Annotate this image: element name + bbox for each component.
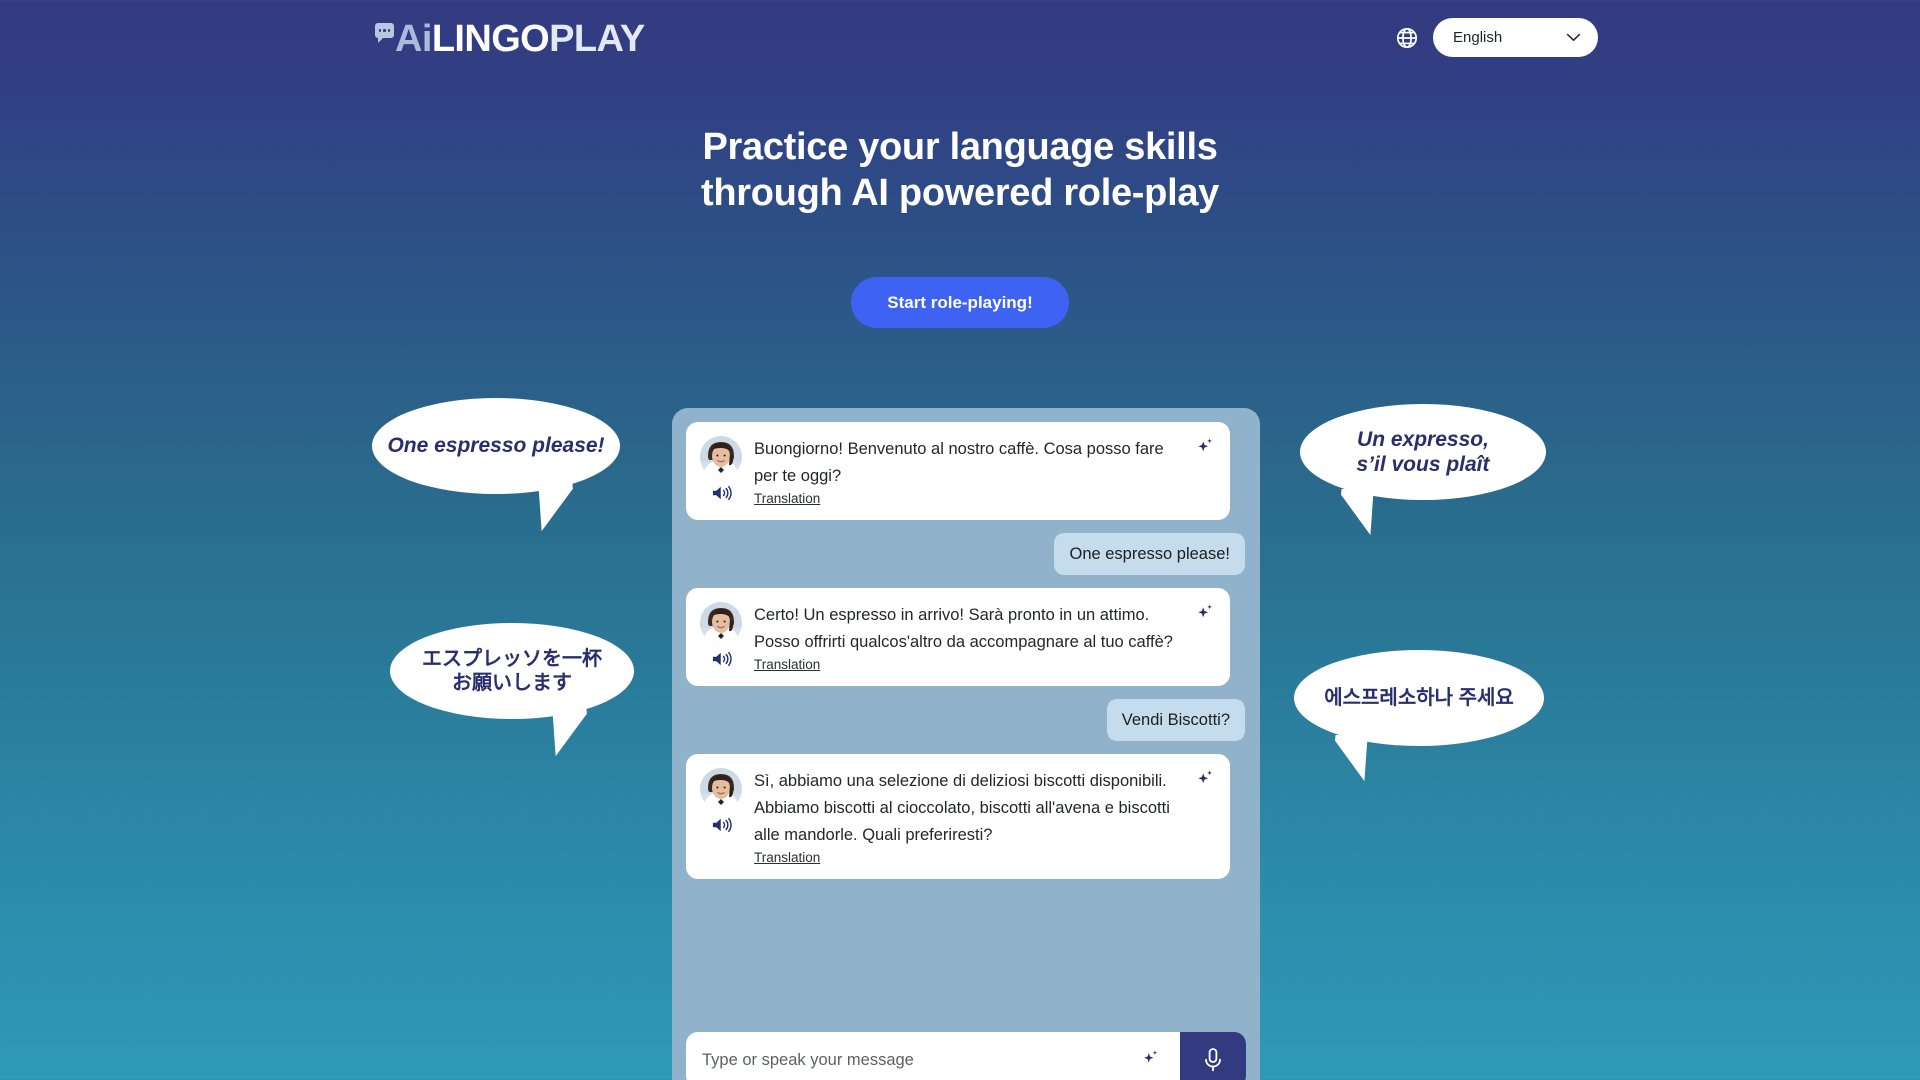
language-select-value: English [1453,29,1503,46]
brand-logo[interactable]: AiLINGOPLAY [375,16,645,62]
hero-line-2: through AI powered role-play [701,172,1219,214]
translation-link[interactable]: Translation [754,491,820,506]
microphone-button[interactable] [1180,1032,1246,1080]
chevron-down-icon [1566,33,1581,42]
assistant-message-text: Buongiorno! Benvenuto al nostro caffè. C… [754,440,1164,485]
chat-panel: Buongiorno! Benvenuto al nostro caffè. C… [672,408,1260,1080]
avatar [700,768,742,810]
sparkle-icon[interactable] [1195,768,1215,788]
speaker-icon[interactable] [711,816,732,834]
sparkle-icon[interactable] [1141,1048,1164,1072]
logo-text-play: PLAY [549,18,645,60]
chat-message-user-row: One espresso please! [686,520,1246,588]
language-select[interactable]: English [1433,18,1598,57]
chat-message-user-row: Vendi Biscotti? [686,686,1246,754]
microphone-icon [1202,1047,1224,1073]
assistant-message-text: Sì, abbiamo una selezione di deliziosi b… [754,772,1170,844]
speech-bubble-icon [375,23,394,43]
chat-message-user: One espresso please! [1054,533,1245,575]
translation-link[interactable]: Translation [754,850,820,865]
callout-text-english: One espresso please! [387,434,605,458]
callout-text-korean: 에스프레소하나 주세요 [1324,687,1514,709]
sparkle-icon[interactable] [1195,602,1215,622]
chat-message-assistant: Sì, abbiamo una selezione di deliziosi b… [686,754,1230,879]
assistant-message-text: Certo! Un espresso in arrivo! Sarà pront… [754,606,1173,651]
translation-link[interactable]: Translation [754,657,820,672]
assistant-message-body: Sì, abbiamo una selezione di deliziosi b… [754,768,1184,867]
sparkle-icon[interactable] [1195,436,1215,456]
speaker-icon[interactable] [711,650,732,668]
avatar [700,436,742,478]
callout-text-french: Un expresso, s’il vous plaît [1356,427,1490,476]
language-area: English [1395,18,1598,57]
message-input-box[interactable]: Type or speak your message [686,1032,1180,1080]
hero-line-1: Practice your language skills [702,126,1218,168]
message-input-bar: Type or speak your message [686,1032,1246,1080]
avatar [700,602,742,644]
assistant-side-column [700,768,742,867]
message-input[interactable]: Type or speak your message [702,1051,1141,1070]
hero-section: Practice your language skills through AI… [0,124,1920,216]
assistant-side-column [700,602,742,674]
callout-bubble-korean: 에스프레소하나 주세요 [1294,650,1544,746]
globe-icon[interactable] [1395,26,1419,50]
callout-bubble-japanese: エスプレッソを一杯 お願いします [390,623,634,719]
start-role-playing-button[interactable]: Start role-playing! [851,277,1069,328]
assistant-message-body: Buongiorno! Benvenuto al nostro caffè. C… [754,436,1184,508]
speaker-icon[interactable] [711,484,732,502]
callout-text-japanese: エスプレッソを一杯 お願いします [422,648,602,694]
logo-text-lingo: LINGO [431,18,550,60]
page-title: Practice your language skills through AI… [0,124,1920,216]
cta-wrapper: Start role-playing! [0,277,1920,328]
chat-message-user: Vendi Biscotti? [1106,699,1245,741]
logo-text-ai: Ai [395,18,432,60]
chat-message-assistant: Certo! Un espresso in arrivo! Sarà pront… [686,588,1230,686]
assistant-side-column [700,436,742,508]
callout-bubble-french: Un expresso, s’il vous plaît [1300,404,1546,500]
callout-bubble-english: One espresso please! [372,398,620,494]
chat-message-assistant: Buongiorno! Benvenuto al nostro caffè. C… [686,422,1230,520]
site-header: AiLINGOPLAY English [0,0,1920,78]
assistant-message-body: Certo! Un espresso in arrivo! Sarà pront… [754,602,1184,674]
